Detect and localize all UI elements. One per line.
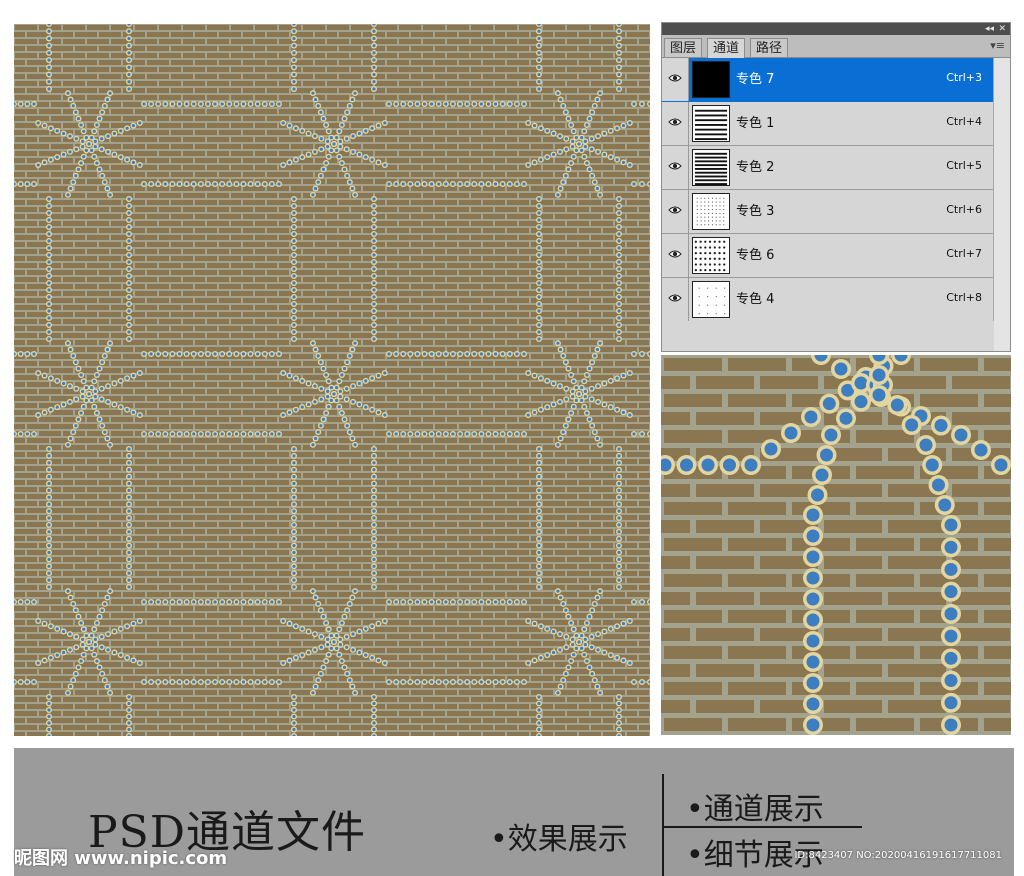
visibility-toggle[interactable] bbox=[662, 234, 689, 277]
channel-thumbnail bbox=[692, 61, 730, 98]
channel-shortcut: Ctrl+5 bbox=[946, 159, 982, 172]
channel-thumbnail bbox=[692, 193, 730, 230]
tab-layers[interactable]: 图层 bbox=[664, 38, 703, 57]
tab-channels[interactable]: 通道 bbox=[707, 38, 746, 58]
channel-name: 专色 7 bbox=[736, 72, 775, 87]
channel-thumbnail bbox=[692, 281, 730, 318]
channel-thumbnail bbox=[692, 237, 730, 274]
effect-label: •效果展示 bbox=[490, 822, 628, 857]
panel-scrollbar[interactable] bbox=[993, 58, 1010, 351]
channel-name: 专色 6 bbox=[736, 248, 775, 263]
eye-icon bbox=[668, 294, 682, 302]
channel-row[interactable]: 专色 3 Ctrl+6 bbox=[662, 190, 994, 234]
visibility-toggle[interactable] bbox=[662, 58, 689, 101]
eye-icon bbox=[668, 206, 682, 214]
eye-icon bbox=[668, 250, 682, 258]
channel-name: 专色 2 bbox=[736, 160, 775, 175]
visibility-toggle[interactable] bbox=[662, 190, 689, 233]
visibility-toggle[interactable] bbox=[662, 102, 689, 145]
channel-shortcut: Ctrl+3 bbox=[946, 71, 982, 84]
channel-shortcut: Ctrl+6 bbox=[946, 203, 982, 216]
channel-thumbnail bbox=[692, 105, 730, 142]
visibility-toggle[interactable] bbox=[662, 278, 689, 321]
banner-divider-vertical bbox=[662, 774, 664, 876]
panel-title-bar: ◂◂ ✕ bbox=[662, 23, 1010, 35]
channel-row[interactable]: 专色 6 Ctrl+7 bbox=[662, 234, 994, 278]
panel-tabs: 图层 通道 路径 ▾≡ bbox=[662, 35, 1010, 58]
close-icon[interactable]: ✕ bbox=[998, 23, 1006, 35]
detail-zoom-preview bbox=[661, 355, 1011, 735]
channel-row[interactable]: 专色 1 Ctrl+4 bbox=[662, 102, 994, 146]
channel-thumbnail bbox=[692, 149, 730, 186]
tab-paths[interactable]: 路径 bbox=[750, 38, 789, 57]
channel-row[interactable]: 专色 2 Ctrl+5 bbox=[662, 146, 994, 190]
channel-label: •通道展示 bbox=[686, 792, 824, 827]
panel-menu-icon[interactable]: ▾≡ bbox=[990, 39, 1005, 52]
channel-name: 专色 3 bbox=[736, 204, 775, 219]
channel-name: 专色 1 bbox=[736, 116, 775, 131]
pattern-preview bbox=[14, 24, 650, 736]
channel-row[interactable]: 专色 4 Ctrl+8 bbox=[662, 278, 994, 322]
channel-shortcut: Ctrl+4 bbox=[946, 115, 982, 128]
eye-icon bbox=[668, 162, 682, 170]
eye-icon bbox=[668, 118, 682, 126]
eye-icon bbox=[668, 74, 682, 82]
channel-row[interactable]: 专色 7 Ctrl+3 bbox=[662, 58, 994, 102]
visibility-toggle[interactable] bbox=[662, 146, 689, 189]
channels-panel: ◂◂ ✕ 图层 通道 路径 ▾≡ 专色 7 Ctrl+3 专色 1 Ctrl+4… bbox=[661, 22, 1011, 352]
watermark-id: ID:8423407 NO:20200416191617711081 bbox=[794, 850, 1002, 861]
watermark-logo: 昵图网 www.nipic.com bbox=[14, 848, 228, 869]
panel-footer bbox=[662, 321, 994, 351]
channel-name: 专色 4 bbox=[736, 292, 775, 307]
channel-shortcut: Ctrl+8 bbox=[946, 291, 982, 304]
double-chevron-icon[interactable]: ◂◂ bbox=[985, 23, 994, 35]
channel-shortcut: Ctrl+7 bbox=[946, 247, 982, 260]
